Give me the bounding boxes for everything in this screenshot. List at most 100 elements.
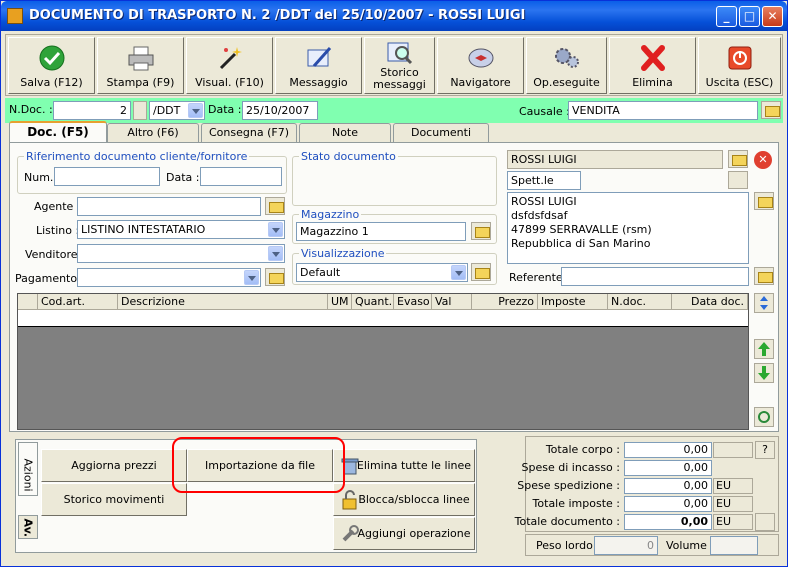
- tab-note[interactable]: Note: [299, 123, 391, 143]
- chevron-down-icon[interactable]: [268, 246, 283, 261]
- tab-av[interactable]: Av.: [18, 515, 38, 539]
- aggiungi-operazione-label: Aggiungi operazione: [357, 527, 471, 540]
- ndoc-lookup-button[interactable]: [133, 101, 147, 120]
- col-imposte[interactable]: Imposte: [538, 294, 608, 310]
- history-messages-button[interactable]: Storico messaggi: [364, 37, 435, 94]
- agente-field[interactable]: [77, 197, 261, 216]
- x-icon: [640, 45, 665, 71]
- listino-select[interactable]: LISTINO INTESTATARIO: [77, 220, 285, 239]
- col-descrizione[interactable]: Descrizione: [118, 294, 328, 310]
- agente-label: Agente :: [34, 200, 81, 213]
- preview-button[interactable]: Visual. (F10): [186, 37, 273, 94]
- folder-icon[interactable]: [265, 197, 285, 215]
- folder-icon[interactable]: [471, 222, 491, 240]
- exit-button[interactable]: Uscita (ESC): [698, 37, 781, 94]
- reference-date-label: Data :: [166, 171, 200, 184]
- col-ndoc[interactable]: N.doc.: [608, 294, 672, 310]
- navigator-button[interactable]: Navigatore: [437, 37, 524, 94]
- folder-icon[interactable]: [761, 101, 781, 119]
- folder-icon[interactable]: [754, 267, 774, 285]
- folder-icon[interactable]: [471, 263, 491, 281]
- compass-icon: [468, 48, 493, 68]
- close-button[interactable]: ✕: [762, 6, 783, 27]
- chevron-down-icon[interactable]: [188, 103, 203, 118]
- causale-field[interactable]: VENDITA: [568, 101, 758, 120]
- tab-consegna[interactable]: Consegna (F7): [201, 123, 297, 143]
- wand-icon: [219, 47, 242, 70]
- message-button[interactable]: Messaggio: [275, 37, 362, 94]
- total-label: Totale imposte :: [532, 497, 620, 510]
- address-line: ROSSI LUIGI: [511, 195, 577, 208]
- spett-field[interactable]: Spett.le: [507, 171, 581, 190]
- magnifier-icon: [387, 42, 412, 65]
- chevron-down-icon[interactable]: [268, 222, 283, 237]
- col-evaso[interactable]: Evaso: [394, 294, 432, 310]
- person-icon[interactable]: [728, 171, 748, 189]
- chevron-down-icon[interactable]: [451, 265, 466, 280]
- blocca-linee-button[interactable]: Blocca/sblocca linee: [333, 483, 475, 516]
- tab-av-label: Av.: [21, 518, 35, 538]
- col-prezzo[interactable]: Prezzo: [472, 294, 538, 310]
- print-button[interactable]: Stampa (F9): [97, 37, 184, 94]
- folder-icon[interactable]: [728, 150, 748, 168]
- delete-label: Elimina: [632, 76, 673, 89]
- listino-value: LISTINO INTESTATARIO: [81, 223, 206, 236]
- history-messages-label: Storico messaggi: [365, 67, 434, 91]
- address-box[interactable]: ROSSI LUIGI dsfdsfdsaf 47899 SERRAVALLE …: [507, 192, 749, 264]
- pagamento-select[interactable]: [77, 268, 261, 287]
- series-select[interactable]: /DDT: [149, 101, 205, 120]
- volume-field[interactable]: [710, 536, 758, 555]
- num-field[interactable]: [54, 167, 160, 186]
- move-down-icon[interactable]: [754, 363, 774, 383]
- move-up-icon[interactable]: [754, 339, 774, 359]
- total-value[interactable]: 0,00: [624, 460, 712, 476]
- totals-row: Spese di incasso : 0,00: [522, 460, 780, 477]
- peso-field[interactable]: 0: [594, 536, 658, 555]
- venditore-select[interactable]: [77, 244, 285, 263]
- num-label: Num.:: [24, 171, 58, 184]
- operations-button[interactable]: Op.eseguite: [526, 37, 607, 94]
- title-bar: DOCUMENTO DI TRASPORTO N. 2 /DDT del 25/…: [1, 1, 787, 31]
- referente-field[interactable]: [561, 267, 749, 286]
- volume-label: Volume :: [666, 539, 715, 552]
- refresh-icon[interactable]: [754, 407, 774, 427]
- ndoc-field[interactable]: 2: [53, 101, 131, 120]
- tab-doc[interactable]: Doc. (F5): [9, 121, 107, 144]
- col-cod-art[interactable]: Cod.art.: [38, 294, 118, 310]
- sort-icon[interactable]: [754, 293, 774, 313]
- lines-grid[interactable]: Cod.art. Descrizione UM Quant. Evaso Val…: [17, 293, 749, 430]
- tab-azioni[interactable]: Azioni: [18, 442, 38, 496]
- total-value: 0,00: [624, 496, 712, 512]
- col-um[interactable]: UM: [328, 294, 352, 310]
- delete-button[interactable]: Elimina: [609, 37, 696, 94]
- visualizzazione-select[interactable]: Default: [296, 263, 468, 282]
- date-field[interactable]: 25/10/2007: [242, 101, 318, 120]
- elimina-linee-button[interactable]: Elimina tutte le linee: [333, 449, 475, 482]
- col-quant[interactable]: Quant.: [352, 294, 394, 310]
- reference-date-field[interactable]: [200, 167, 282, 186]
- tab-altro[interactable]: Altro (F6): [107, 123, 199, 143]
- tab-documenti[interactable]: Documenti: [393, 123, 489, 143]
- total-value[interactable]: 0,00: [624, 478, 712, 494]
- print-label: Stampa (F9): [106, 76, 175, 89]
- table-row[interactable]: [18, 310, 748, 327]
- aggiorna-prezzi-button[interactable]: Aggiorna prezzi: [41, 449, 187, 482]
- folder-icon[interactable]: [265, 268, 285, 286]
- remove-client-icon[interactable]: ✕: [754, 151, 772, 169]
- aggiungi-operazione-button[interactable]: Aggiungi operazione: [333, 517, 475, 550]
- col-data-doc[interactable]: Data doc.: [672, 294, 748, 310]
- col-val[interactable]: Val: [432, 294, 472, 310]
- maximize-button[interactable]: □: [739, 6, 760, 27]
- storico-movimenti-button[interactable]: Storico movimenti: [41, 483, 187, 516]
- help-button[interactable]: ?: [755, 441, 775, 459]
- total-value: 0,00: [624, 442, 712, 458]
- save-button[interactable]: Salva (F12): [8, 37, 95, 94]
- address-line: Repubblica di San Marino: [511, 237, 651, 250]
- chevron-down-icon[interactable]: [244, 270, 259, 285]
- window-title: DOCUMENTO DI TRASPORTO N. 2 /DDT del 25/…: [29, 8, 526, 23]
- total-unit: EU: [713, 478, 753, 494]
- zoom-icon[interactable]: [755, 513, 775, 531]
- minimize-button[interactable]: _: [716, 6, 737, 27]
- magazzino-field[interactable]: Magazzino 1: [296, 222, 466, 241]
- folder-icon[interactable]: [754, 192, 774, 210]
